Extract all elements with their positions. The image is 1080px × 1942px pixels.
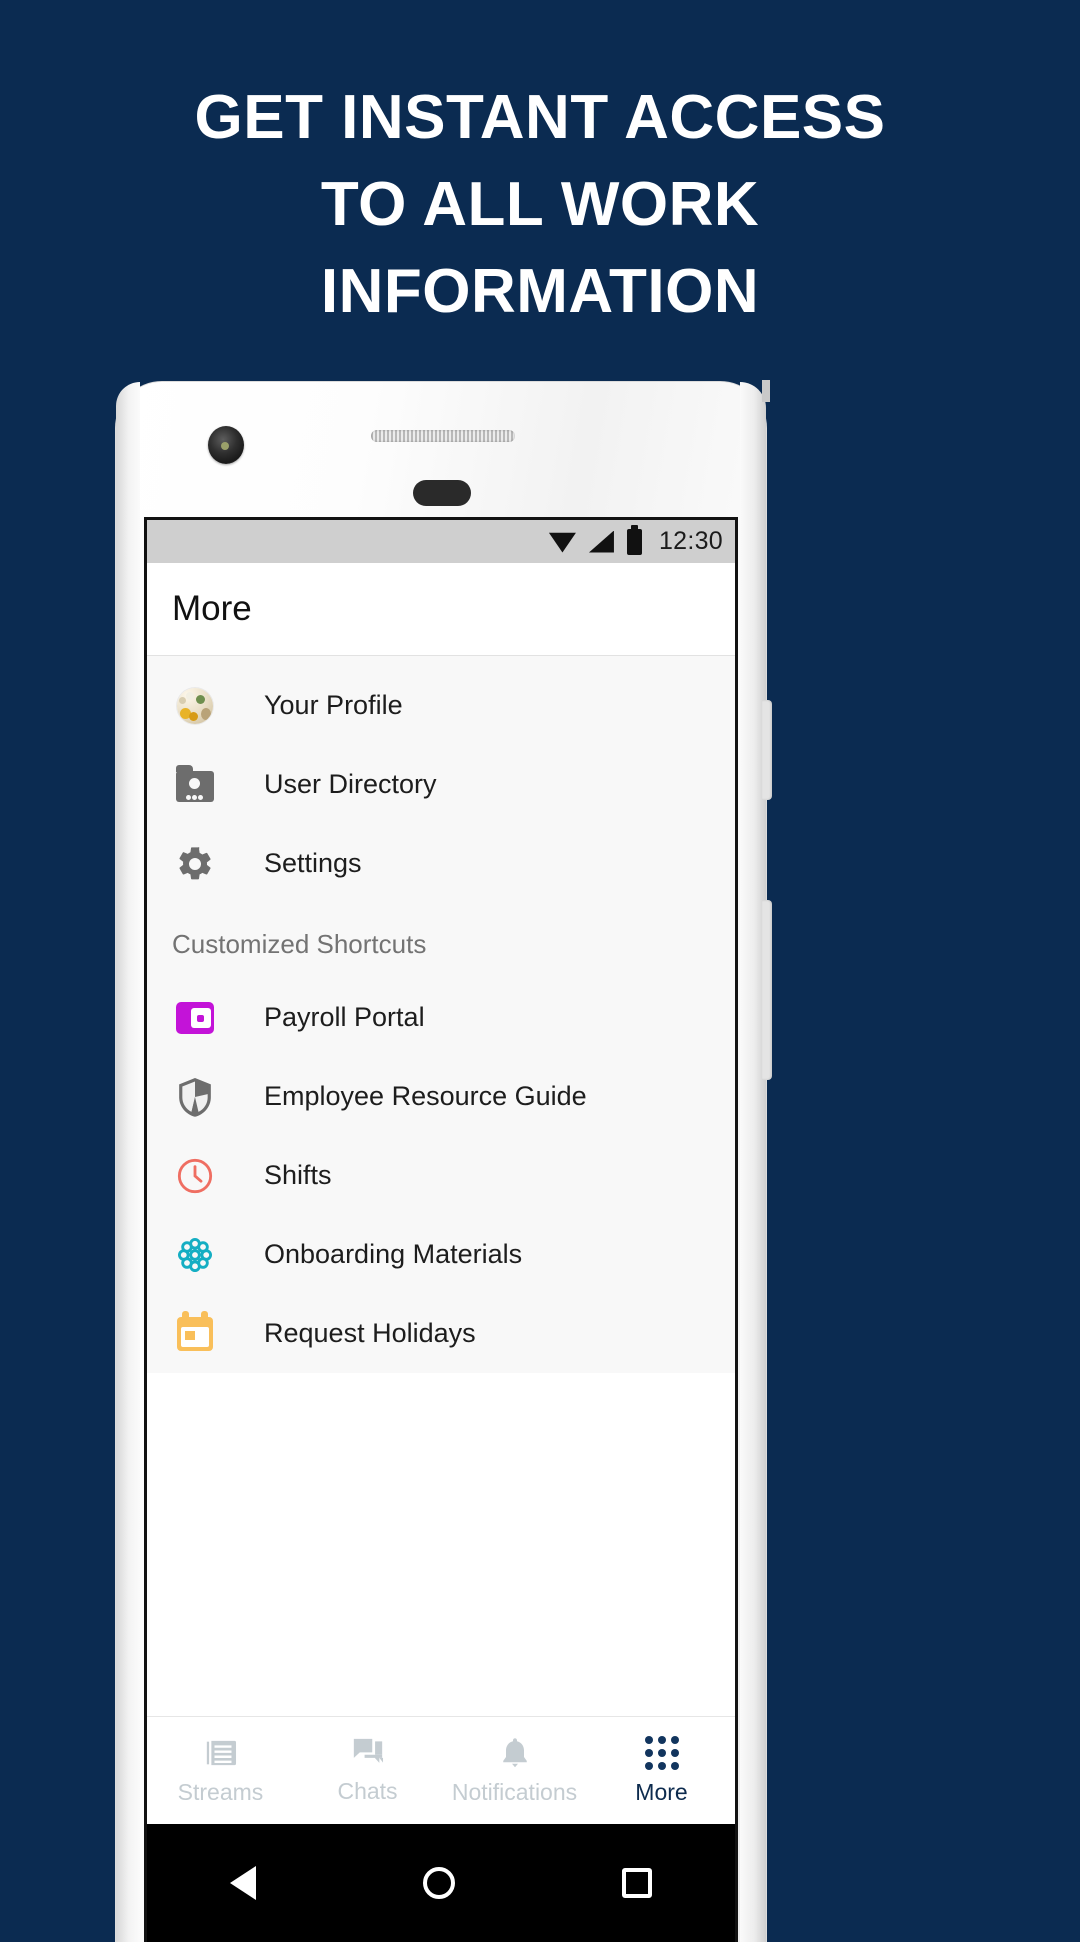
tab-label: Chats — [337, 1777, 398, 1804]
menu-list: Your Profile User Directory Settings Cus… — [147, 656, 735, 1373]
tab-notifications[interactable]: Notifications — [441, 1717, 588, 1824]
headline-line-3: INFORMATION — [320, 257, 760, 326]
tab-chats[interactable]: Chats — [294, 1717, 441, 1824]
folder-person-icon — [172, 762, 218, 808]
phone-left-edge — [116, 382, 140, 1942]
menu-item-user-directory[interactable]: User Directory — [147, 745, 735, 824]
streams-icon — [206, 1740, 236, 1765]
grid-dots-icon — [644, 1735, 679, 1770]
tab-more[interactable]: More — [588, 1717, 735, 1824]
avatar-photo-icon — [172, 683, 218, 729]
menu-item-payroll-portal[interactable]: Payroll Portal — [147, 978, 735, 1057]
tab-streams[interactable]: Streams — [147, 1717, 294, 1824]
page-title: More — [172, 589, 252, 628]
status-bar: 12:30 — [147, 520, 735, 563]
menu-item-label: User Directory — [264, 769, 437, 799]
wallet-icon — [172, 995, 218, 1041]
android-nav-bar — [147, 1824, 735, 1942]
earpiece-speaker — [371, 430, 515, 442]
phone-right-edge — [740, 382, 766, 1942]
battery-icon — [626, 524, 642, 555]
power-button — [762, 700, 772, 800]
volume-button — [762, 900, 772, 1080]
signal-icon — [588, 530, 614, 553]
recents-icon[interactable] — [621, 1868, 652, 1898]
clock-icon — [172, 1153, 218, 1199]
promo-headline: GET INSTANT ACCESS TO ALL WORK INFORMATI… — [0, 74, 1080, 335]
wifi-icon — [548, 532, 576, 553]
phone-top-edge-detail — [762, 380, 770, 402]
menu-item-employee-resource-guide[interactable]: Employee Resource Guide — [147, 1057, 735, 1136]
front-camera-icon — [208, 426, 244, 464]
proximity-sensor — [413, 480, 471, 506]
menu-item-label: Request Holidays — [264, 1318, 476, 1348]
menu-item-label: Settings — [264, 848, 362, 878]
headline-line-2: TO ALL WORK — [320, 170, 760, 239]
menu-item-shifts[interactable]: Shifts — [147, 1136, 735, 1215]
bell-icon — [502, 1737, 527, 1767]
menu-item-request-holidays[interactable]: Request Holidays — [147, 1294, 735, 1373]
rosette-icon — [172, 1232, 218, 1278]
section-header-customized-shortcuts: Customized Shortcuts — [172, 929, 427, 959]
menu-item-label: Payroll Portal — [264, 1002, 425, 1032]
phone-screen: 12:30 More Your Profile User Directory S… — [144, 517, 738, 1942]
phone-mockup: 12:30 More Your Profile User Directory S… — [116, 380, 772, 1942]
home-icon[interactable] — [422, 1867, 455, 1899]
menu-item-settings[interactable]: Settings — [147, 824, 735, 903]
headline-line-1: GET INSTANT ACCESS — [194, 83, 886, 152]
back-icon[interactable] — [230, 1866, 257, 1900]
menu-item-label: Onboarding Materials — [264, 1239, 523, 1269]
bottom-tab-bar: Streams Chats Notifications More — [147, 1716, 735, 1824]
calendar-icon — [172, 1310, 218, 1357]
tab-label: More — [635, 1778, 688, 1805]
menu-item-onboarding-materials[interactable]: Onboarding Materials — [147, 1215, 735, 1294]
menu-item-label: Your Profile — [264, 690, 403, 720]
status-time: 12:30 — [658, 527, 723, 555]
gear-icon — [172, 841, 218, 887]
menu-item-label: Shifts — [264, 1160, 332, 1190]
chats-icon — [353, 1738, 383, 1763]
app-bar: More — [147, 563, 735, 656]
menu-item-your-profile[interactable]: Your Profile — [147, 666, 735, 745]
shield-icon — [172, 1074, 218, 1120]
tab-label: Notifications — [451, 1778, 578, 1805]
menu-item-label: Employee Resource Guide — [264, 1081, 587, 1111]
tab-label: Streams — [177, 1778, 264, 1805]
